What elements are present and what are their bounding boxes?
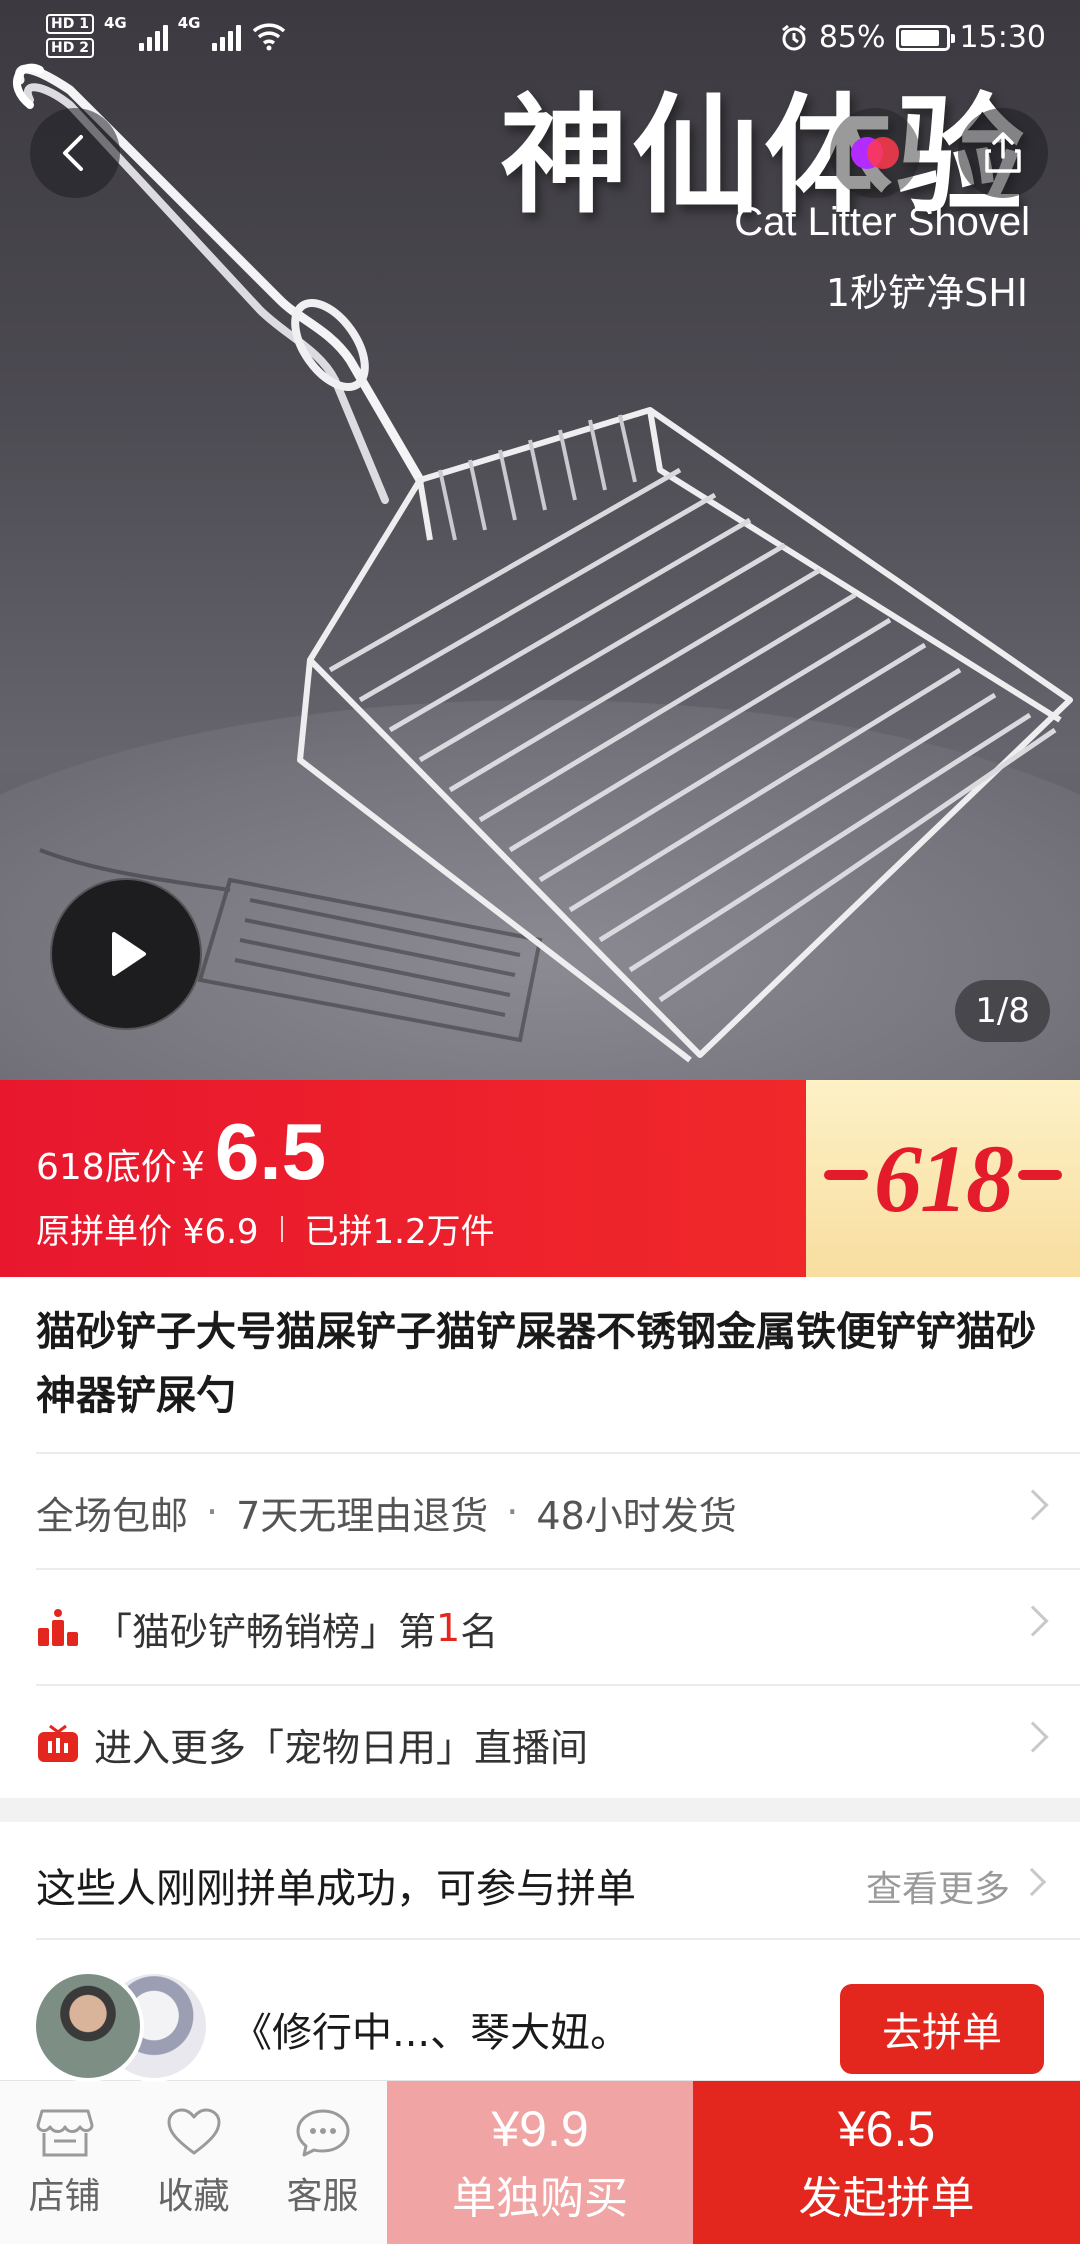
rank-number: 1	[436, 1606, 461, 1650]
original-price: 原拼单价 ¥6.9	[36, 1212, 259, 1252]
buy-alone-button[interactable]: ¥9.9 单独购买	[387, 2081, 693, 2244]
wifi-icon	[253, 23, 286, 51]
service-dot: ·	[206, 1490, 219, 1534]
sale-price: 6.5	[214, 1107, 327, 1196]
signal-icon	[138, 21, 168, 51]
start-group-buy-button[interactable]: ¥6.5 发起拼单	[693, 2081, 1080, 2244]
price-banner: 618底价 ¥ 6.5 原拼单价 ¥6.9 已拼1.2万件 618	[0, 1080, 1080, 1277]
group-buy-row: 《修行中...、琴大妞。 去拼单	[0, 1940, 1080, 2082]
network-type-2: 4G	[177, 14, 201, 32]
back-button[interactable]	[30, 108, 120, 198]
chevron-left-icon	[63, 135, 83, 171]
price-section: 618底价 ¥ 6.5 原拼单价 ¥6.9 已拼1.2万件	[0, 1080, 806, 1277]
service-dot: ·	[506, 1490, 519, 1534]
customer-service-tab[interactable]: 客服	[258, 2081, 387, 2244]
currency-symbol: ¥	[180, 1144, 205, 1188]
view-more-link[interactable]: 查看更多	[866, 1860, 1010, 1912]
promo-618-text: 618	[874, 1125, 1014, 1232]
service-fast-dispatch: 48小时发货	[536, 1493, 737, 1538]
store-icon	[36, 2109, 93, 2157]
signal-icon	[212, 21, 242, 51]
play-video-button[interactable]	[50, 878, 202, 1030]
hd1-indicator: HD 1	[46, 14, 94, 34]
image-counter: 1/8	[955, 980, 1050, 1042]
share-icon	[985, 132, 1021, 173]
buy-alone-price: ¥9.9	[491, 2101, 589, 2157]
clock: 15:30	[959, 20, 1046, 55]
play-icon	[112, 932, 146, 976]
join-group-button[interactable]: 去拼单	[840, 1984, 1044, 2074]
group-buy-label: 发起拼单	[798, 2173, 975, 2224]
avatar	[32, 1970, 144, 2082]
favorite-label: 收藏	[157, 2176, 230, 2217]
rank-prefix: 「猫砂铲畅销榜」第	[94, 1609, 437, 1654]
services-row[interactable]: 全场包邮 · 7天无理由退货 · 48小时发货	[0, 1454, 1080, 1570]
chat-icon	[296, 2109, 349, 2157]
battery-percent: 85%	[818, 20, 886, 55]
rank-suffix: 名	[460, 1609, 499, 1654]
bottom-action-bar: 店铺 收藏 客服 ¥9.9 单独购买 ¥6.5 发起拼单	[0, 2080, 1080, 2244]
buy-alone-label: 单独购买	[452, 2173, 628, 2224]
image-subtitle-cn: 1秒铲净SHI	[825, 271, 1028, 315]
image-subtitle-en: Cat Litter Shovel	[734, 200, 1030, 244]
service-free-shipping: 全场包邮	[36, 1493, 189, 1538]
promo-618-badge: 618	[806, 1080, 1080, 1277]
battery-icon	[895, 24, 955, 51]
live-tv-icon	[38, 1724, 78, 1762]
store-tab[interactable]: 店铺	[0, 2081, 129, 2244]
favorite-float-button[interactable]	[830, 108, 920, 198]
service-free-returns: 7天无理由退货	[236, 1493, 489, 1538]
chevron-right-icon	[1017, 1721, 1049, 1753]
chevron-right-icon	[1017, 1605, 1049, 1637]
favorite-tab[interactable]: 收藏	[129, 2081, 258, 2244]
badge-decoration	[824, 1170, 868, 1180]
group-buy-title: 这些人刚刚拼单成功，可参与拼单	[36, 1866, 636, 1912]
hd2-indicator: HD 2	[46, 38, 94, 58]
product-image-carousel[interactable]: HD 1 HD 2 4G 4G 85% 15:30 神仙体验 Cat Litte…	[0, 0, 1080, 1080]
chevron-right-icon	[1017, 1489, 1049, 1521]
alarm-icon	[781, 24, 806, 50]
store-label: 店铺	[28, 2176, 101, 2217]
live-room-text: 进入更多「宠物日用」直播间	[94, 1725, 589, 1770]
group-buy-header: 这些人刚刚拼单成功，可参与拼单 查看更多	[0, 1822, 1080, 1938]
group-member-names: 《修行中...、琴大妞。	[232, 2010, 631, 2056]
separator	[280, 1215, 283, 1242]
product-page: HD 1 HD 2 4G 4G 85% 15:30 神仙体验 Cat Litte…	[0, 0, 1080, 2244]
group-buy-price: ¥6.5	[837, 2101, 936, 2157]
ranking-icon	[38, 1609, 78, 1646]
badge-decoration	[1018, 1170, 1062, 1180]
network-type-1: 4G	[103, 14, 127, 32]
collect-dots-icon	[851, 137, 899, 169]
bestseller-rank-row[interactable]: 「猫砂铲畅销榜」第 1 名	[0, 1570, 1080, 1686]
customer-service-label: 客服	[286, 2176, 359, 2217]
heart-icon	[167, 2108, 220, 2155]
live-room-row[interactable]: 进入更多「宠物日用」直播间	[0, 1686, 1080, 1802]
sold-count: 已拼1.2万件	[304, 1212, 495, 1252]
price-label: 618底价	[36, 1147, 177, 1188]
share-button[interactable]	[958, 108, 1048, 198]
section-gap	[0, 1798, 1080, 1822]
product-title: 猫砂铲子大号猫屎铲子猫铲屎器不锈钢金属铁便铲铲猫砂神器铲屎勺	[36, 1309, 1036, 1419]
chevron-right-icon	[1017, 1867, 1047, 1897]
